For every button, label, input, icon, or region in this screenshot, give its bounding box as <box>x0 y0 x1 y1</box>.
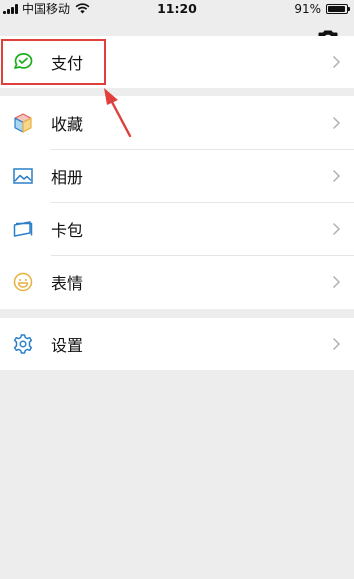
settings-group: 设置 <box>0 318 354 370</box>
smiley-icon <box>13 272 33 291</box>
gear-icon <box>13 334 33 354</box>
favorites-cube-icon <box>14 112 32 133</box>
battery-icon <box>326 3 350 14</box>
menu-item-favorites[interactable]: 收藏 <box>0 96 354 149</box>
menu-item-cards-label: 卡包 <box>51 220 84 240</box>
card-wallet-icon <box>13 220 33 237</box>
chevron-right-icon <box>332 275 341 288</box>
chevron-right-icon <box>332 222 341 235</box>
status-bar: 中国移动 11:20 91% <box>0 0 354 17</box>
battery-percent: 91% <box>294 1 321 16</box>
chevron-right-icon <box>332 169 341 182</box>
status-right: 91% <box>294 1 350 16</box>
menu-item-favorites-label: 收藏 <box>51 114 84 134</box>
album-image-icon <box>13 167 33 184</box>
chevron-right-icon <box>332 55 341 69</box>
menu-item-cards[interactable]: 卡包 <box>0 202 354 255</box>
menu-item-settings[interactable]: 设置 <box>0 318 354 370</box>
chevron-right-icon <box>332 337 341 351</box>
highlight-box <box>1 39 106 85</box>
menu-item-stickers[interactable]: 表情 <box>0 255 354 308</box>
main-menu-group: 收藏 相册 卡包 表情 <box>0 96 354 309</box>
menu-item-album[interactable]: 相册 <box>0 149 354 202</box>
menu-item-album-label: 相册 <box>51 167 84 187</box>
menu-item-settings-label: 设置 <box>51 336 84 355</box>
menu-item-stickers-label: 表情 <box>51 273 84 293</box>
chevron-right-icon <box>332 116 341 129</box>
annotation-arrow-icon <box>104 88 132 138</box>
